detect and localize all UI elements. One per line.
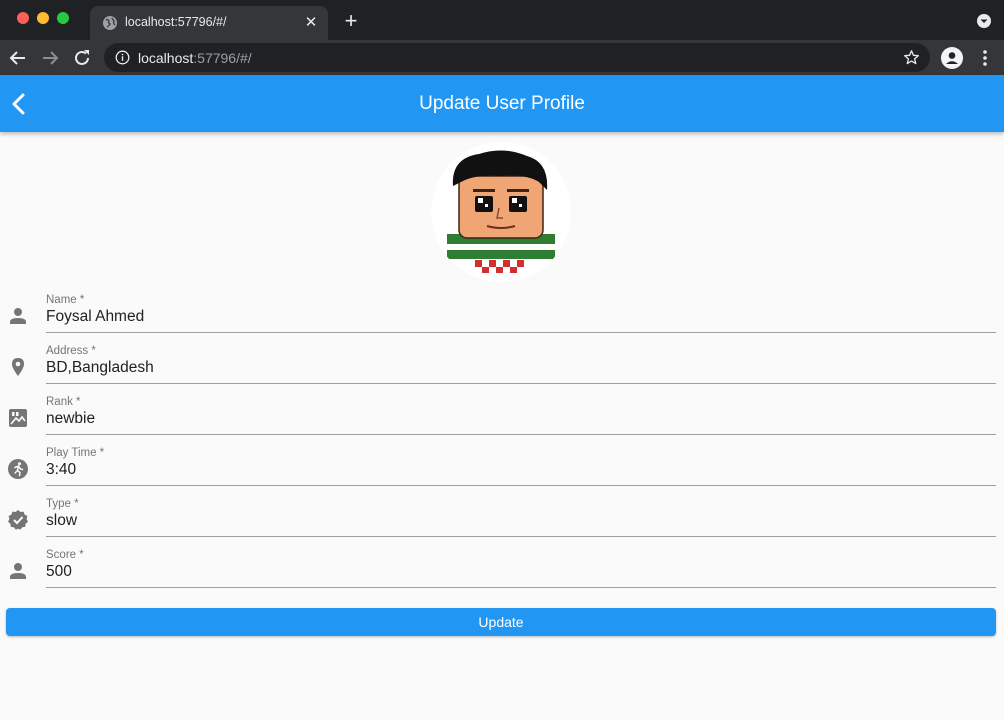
verified-badge-icon [8, 510, 28, 530]
rank-underline [46, 434, 996, 435]
new-tab-button[interactable]: + [340, 10, 362, 32]
name-underline [46, 332, 996, 333]
avatar[interactable] [431, 142, 571, 282]
url-host: localhost [138, 50, 194, 66]
browser-tab-bar: localhost:57796/#/ ✕ + [0, 0, 1004, 40]
name-label: Name * [46, 294, 85, 306]
type-underline [46, 536, 996, 537]
type-label: Type * [46, 498, 79, 510]
window-zoom-button[interactable] [57, 12, 69, 24]
update-button[interactable]: Update [6, 608, 996, 636]
browser-tab[interactable]: localhost:57796/#/ ✕ [90, 6, 328, 40]
score-label: Score * [46, 549, 84, 561]
cartoon-avatar-image [447, 150, 555, 282]
address-field[interactable]: Address * BD,Bangladesh [0, 345, 1004, 396]
rank-input[interactable]: newbie [46, 410, 95, 428]
tab-title: localhost:57796/#/ [125, 15, 227, 29]
play-time-underline [46, 485, 996, 486]
globe-icon [103, 16, 117, 30]
location-pin-icon [12, 358, 24, 376]
app-bar: Update User Profile [0, 75, 1004, 132]
address-bar[interactable]: localhost:57796/#/ [104, 43, 930, 72]
tab-close-icon[interactable]: ✕ [302, 14, 320, 32]
url-text: localhost:57796/#/ [138, 50, 252, 66]
window-close-button[interactable] [17, 12, 29, 24]
person-icon [10, 308, 26, 324]
forward-arrow-icon[interactable] [39, 47, 61, 69]
reload-icon[interactable] [71, 47, 93, 69]
type-input[interactable]: slow [46, 512, 77, 530]
person-icon [10, 563, 26, 579]
tab-search-button[interactable] [977, 14, 991, 28]
profile-button[interactable] [941, 47, 963, 69]
bookmark-star-icon[interactable] [903, 49, 920, 66]
score-field[interactable]: Score * 500 [0, 549, 1004, 600]
name-input[interactable]: Foysal Ahmed [46, 308, 144, 326]
play-time-field[interactable]: Play Time * 3:40 [0, 447, 1004, 498]
more-vert-icon[interactable] [976, 47, 994, 69]
browser-toolbar: localhost:57796/#/ [0, 40, 1004, 75]
play-time-label: Play Time * [46, 447, 105, 459]
chevron-down-icon [980, 19, 988, 23]
back-arrow-icon[interactable] [7, 47, 29, 69]
score-input[interactable]: 500 [46, 563, 72, 581]
play-time-input[interactable]: 3:40 [46, 461, 76, 479]
address-underline [46, 383, 996, 384]
info-icon[interactable] [115, 50, 130, 65]
running-icon [8, 459, 28, 479]
page-title: Update User Profile [419, 93, 585, 114]
account-icon [941, 47, 963, 69]
url-path: :57796/#/ [193, 50, 252, 66]
rank-label: Rank * [46, 396, 81, 408]
address-label: Address * [46, 345, 96, 357]
address-input[interactable]: BD,Bangladesh [46, 359, 154, 377]
score-underline [46, 587, 996, 588]
rank-image-icon [9, 409, 27, 427]
name-field[interactable]: Name * Foysal Ahmed [0, 294, 1004, 345]
window-minimize-button[interactable] [37, 12, 49, 24]
type-field[interactable]: Type * slow [0, 498, 1004, 549]
rank-field[interactable]: Rank * newbie [0, 396, 1004, 447]
